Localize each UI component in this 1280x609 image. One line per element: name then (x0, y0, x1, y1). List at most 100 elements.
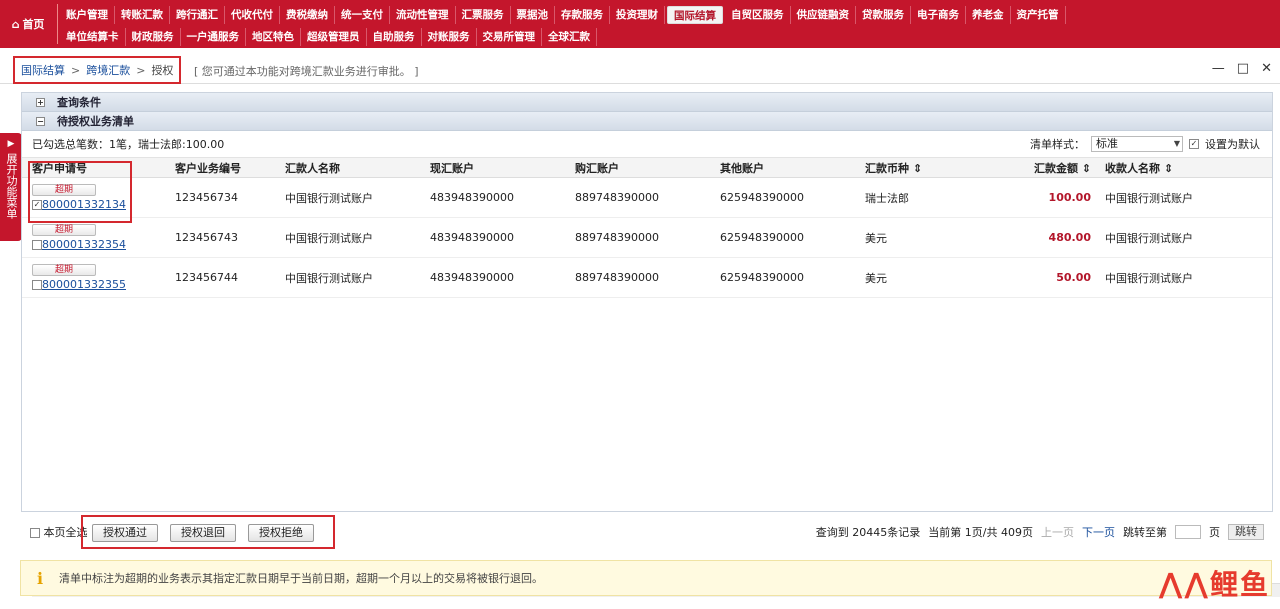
nav-item-row2-5[interactable]: 自助服务 (367, 28, 422, 46)
pending-section-header[interactable]: − 待授权业务清单 (22, 112, 1272, 131)
home-button[interactable]: ⌂ 首页 (0, 0, 56, 48)
home-icon: ⌂ (11, 17, 20, 31)
select-all-checkbox[interactable] (30, 528, 40, 538)
nav-item-row1-12[interactable]: 自贸区服务 (725, 6, 791, 24)
page-info: 当前第 1页/共 409页 (928, 526, 1033, 539)
expand-menu-tab[interactable]: ▶ 展开功能菜单 (0, 133, 22, 241)
select-all[interactable]: 本页全选 (30, 524, 88, 540)
col-header-amount[interactable]: 汇款金额 ⇕ (955, 160, 1097, 176)
list-style-select[interactable]: 标准 (1091, 136, 1183, 152)
query-section-header[interactable]: + 查询条件 (22, 93, 1272, 112)
page-unit: 页 (1209, 526, 1220, 539)
nav-item-row2-8[interactable]: 全球汇款 (542, 28, 597, 46)
col-header-remitter[interactable]: 汇款人名称 (277, 160, 422, 176)
cell-payee: 中国银行测试账户 (1105, 191, 1193, 205)
nav-item-row1-6[interactable]: 流动性管理 (390, 6, 456, 24)
set-default-checkbox[interactable]: ✓ (1189, 139, 1199, 149)
next-page-link[interactable]: 下一页 (1082, 524, 1115, 540)
nav-item-row1-14[interactable]: 贷款服务 (856, 6, 911, 24)
nav-item-row1-16[interactable]: 养老金 (966, 6, 1011, 24)
nav-item-row1-3[interactable]: 代收代付 (225, 6, 280, 24)
home-label: 首页 (22, 18, 45, 31)
breadcrumb-separator: > (136, 63, 146, 77)
nav-item-row1-2[interactable]: 跨行通汇 (170, 6, 225, 24)
action-bar: 本页全选 授权通过 授权退回 授权拒绝 查询到 20445条记录 当前第 1页/… (0, 515, 1280, 549)
table-header-row: 客户申请号 客户业务编号 汇款人名称 现汇账户 购汇账户 其他账户 汇款币种 ⇕… (22, 158, 1272, 178)
jump-label: 跳转至第 (1123, 526, 1167, 539)
cell-purchase-acct: 889748390000 (575, 231, 659, 244)
cell-currency: 瑞士法郎 (865, 191, 909, 205)
approve-button[interactable]: 授权通过 (92, 524, 158, 542)
nav-item-row1-17[interactable]: 资产托管 (1011, 6, 1066, 24)
col-header-currency[interactable]: 汇款币种 ⇕ (857, 160, 955, 176)
nav-item-row1-10[interactable]: 投资理财 (610, 6, 665, 24)
cell-amount: 480.00 (1048, 231, 1091, 244)
overdue-badge[interactable]: 超期 (32, 224, 96, 236)
cell-other-acct: 625948390000 (720, 191, 804, 204)
cell-app-no: 超期 800001332355 (22, 264, 167, 291)
breadcrumb-item-current: 授权 (151, 64, 174, 77)
nav-item-row1-8[interactable]: 票据池 (511, 6, 555, 24)
cell-currency: 美元 (865, 271, 887, 285)
app-no-link[interactable]: 800001332355 (42, 278, 126, 291)
expand-plus-icon[interactable]: + (36, 97, 45, 107)
nav-row-secondary: 单位结算卡 财政服务 一户通服务 地区特色 超级管理员 自助服务 对账服务 交易所管理 全球汇款 (60, 28, 597, 46)
cell-payee: 中国银行测试账户 (1105, 231, 1193, 245)
table-row[interactable]: 超期 800001332355 123456744 中国银行测试账户 483948390… (22, 258, 1272, 298)
breadcrumb-separator: > (71, 63, 81, 77)
nav-item-row2-7[interactable]: 交易所管理 (477, 28, 542, 46)
nav-item-row1-9[interactable]: 存款服务 (555, 6, 610, 24)
col-header-spot-acct[interactable]: 现汇账户 (422, 160, 567, 176)
highlight-app-no-column (28, 161, 132, 223)
jump-button[interactable]: 跳转 (1228, 524, 1264, 540)
row-checkbox[interactable] (32, 280, 42, 290)
close-icon[interactable]: ✕ (1261, 61, 1272, 76)
table-row[interactable]: 超期 800001332354 123456743 中国银行测试账户 483948390… (22, 218, 1272, 258)
list-style-value: 标准 (1096, 137, 1118, 150)
authorize-button-group: 授权通过 授权退回 授权拒绝 (81, 515, 335, 549)
breadcrumb-bar: 国际结算 > 跨境汇款 > 授权 [ 您可通过本功能对跨境汇款业务进行审批。 ]… (0, 56, 1280, 84)
pending-table: 客户申请号 客户业务编号 汇款人名称 现汇账户 购汇账户 其他账户 汇款币种 ⇕… (22, 158, 1272, 298)
nav-item-row1-15[interactable]: 电子商务 (911, 6, 966, 24)
nav-item-row1-5[interactable]: 统一支付 (335, 6, 390, 24)
main-panel: + 查询条件 − 待授权业务清单 已勾选总笔数：1笔，瑞士法郎:100.00 清… (21, 92, 1280, 597)
return-button[interactable]: 授权退回 (170, 524, 236, 542)
nav-item-row2-1[interactable]: 财政服务 (126, 28, 181, 46)
prev-page-link[interactable]: 上一页 (1041, 524, 1074, 540)
cell-spot-acct: 483948390000 (430, 191, 514, 204)
app-no-link[interactable]: 800001332354 (42, 238, 126, 251)
nav-item-row1-0[interactable]: 账户管理 (60, 6, 115, 24)
list-info-bar: 已勾选总笔数：1笔，瑞士法郎:100.00 清单样式： 标准 ✓ 设置为默认 (22, 131, 1272, 158)
nav-item-row1-11[interactable]: 国际结算 (667, 6, 723, 24)
reject-button[interactable]: 授权拒绝 (248, 524, 314, 542)
expand-menu-label: 展开功能菜单 (5, 153, 18, 219)
top-navigation: ⌂ 首页 账户管理 转账汇款 跨行通汇 代收代付 费税缴纳 统一支付 流动性管理 汇票服务 票据… (0, 0, 1280, 48)
row-checkbox[interactable] (32, 240, 42, 250)
nav-item-row1-1[interactable]: 转账汇款 (115, 6, 170, 24)
breadcrumb-item-cross-border[interactable]: 跨境汇款 (86, 62, 130, 78)
list-style-control: 清单样式： 标准 ✓ 设置为默认 (1030, 136, 1260, 152)
nav-item-row1-7[interactable]: 汇票服务 (456, 6, 511, 24)
nav-item-row2-0[interactable]: 单位结算卡 (60, 28, 126, 46)
logo-text: 鲤鱼 (1209, 568, 1270, 601)
nav-item-row2-6[interactable]: 对账服务 (422, 28, 477, 46)
col-header-biz-no[interactable]: 客户业务编号 (167, 160, 277, 176)
nav-item-row1-13[interactable]: 供应链融资 (791, 6, 856, 24)
collapse-minus-icon[interactable]: − (36, 116, 45, 126)
nav-item-row2-2[interactable]: 一户通服务 (181, 28, 246, 46)
col-header-payee[interactable]: 收款人名称 ⇕ (1097, 160, 1237, 176)
table-row[interactable]: 超期 ✓ 800001332134 123456734 中国银行测试账户 48394839… (22, 178, 1272, 218)
cell-other-acct: 625948390000 (720, 271, 804, 284)
maximize-icon[interactable]: □ (1237, 61, 1249, 76)
cell-amount: 100.00 (1048, 191, 1091, 204)
nav-item-row1-4[interactable]: 费税缴纳 (280, 6, 335, 24)
cell-currency: 美元 (865, 231, 887, 245)
breadcrumb-item-intl-settlement[interactable]: 国际结算 (21, 62, 65, 78)
overdue-badge[interactable]: 超期 (32, 264, 96, 276)
minimize-icon[interactable]: — (1212, 61, 1225, 76)
col-header-purchase-acct[interactable]: 购汇账户 (567, 160, 712, 176)
col-header-other-acct[interactable]: 其他账户 (712, 160, 857, 176)
nav-item-row2-3[interactable]: 地区特色 (246, 28, 301, 46)
jump-page-input[interactable] (1175, 525, 1201, 539)
nav-item-row2-4[interactable]: 超级管理员 (301, 28, 367, 46)
